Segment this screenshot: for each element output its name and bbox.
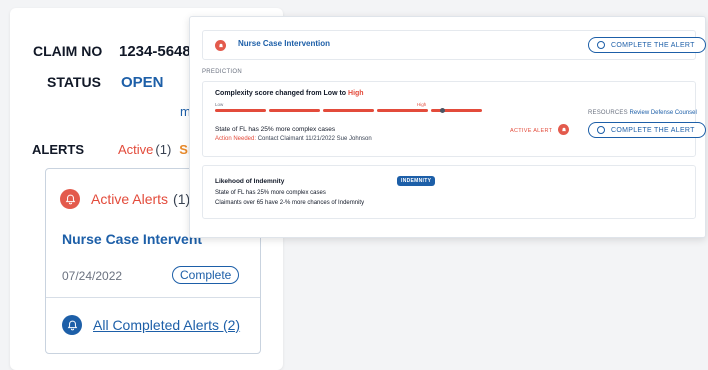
prediction-label: PREDICTION xyxy=(202,69,243,75)
review-defense-counsel-link[interactable]: Review Defense Counsel xyxy=(629,110,696,116)
claim-number-row: CLAIM NO 1234-5648 xyxy=(33,43,191,60)
alert-detail-card: Nurse Case Intervention COMPLETE THE ALE… xyxy=(189,16,706,238)
complete-alert-label: COMPLETE THE ALERT xyxy=(611,41,695,49)
active-alerts-header: Active Alerts (1) xyxy=(60,189,190,209)
alerts-tabs: ALERTS Active (1) Sn xyxy=(32,142,196,157)
check-circle-icon xyxy=(597,126,605,134)
indemnity-line-1: State of FL has 25% more complex cases xyxy=(215,190,326,196)
bell-icon xyxy=(60,189,80,209)
complexity-bar-segment xyxy=(323,109,374,112)
info-icon[interactable] xyxy=(440,108,445,113)
claim-number-value: 1234-5648 xyxy=(119,43,191,60)
complexity-bar-segment xyxy=(377,109,428,112)
alert-header-row: Nurse Case Intervention COMPLETE THE ALE… xyxy=(202,30,706,60)
divider xyxy=(46,297,260,298)
complete-button[interactable]: Complete xyxy=(172,266,240,284)
indemnity-line-2: Claimants over 65 have 2-% more chances … xyxy=(215,200,365,206)
alert-item-date: 07/24/2022 xyxy=(62,269,123,283)
active-alerts-title: Active Alerts xyxy=(91,191,169,207)
active-alert-label: ACTIVE ALERT xyxy=(510,128,553,134)
indemnity-prediction: Likehood of Indemnity INDEMNITY State of… xyxy=(202,165,696,219)
complexity-description: State of FL has 25% more complex cases xyxy=(215,126,336,133)
complexity-prediction: Complexity score changed from Low to Hig… xyxy=(202,81,706,157)
indemnity-title: Likehood of Indemnity xyxy=(215,178,285,185)
claim-number-label: CLAIM NO xyxy=(33,43,103,59)
complexity-title: Complexity score changed from Low to Hig… xyxy=(215,90,364,97)
complexity-high-text: High xyxy=(348,90,364,97)
alert-title[interactable]: Nurse Case Intervention xyxy=(238,39,330,48)
check-circle-icon xyxy=(597,41,605,49)
complete-alert-button[interactable]: COMPLETE THE ALERT xyxy=(588,37,706,53)
completed-alerts-row[interactable]: All Completed Alerts (2) xyxy=(62,315,240,335)
action-needed-value: Contact Claimant 11/21/2022 Sue Johnson xyxy=(257,136,372,142)
tab-active-alerts[interactable]: Active xyxy=(118,142,153,157)
complexity-bar-segment xyxy=(269,109,320,112)
action-needed: Action Needed: Contact Claimant 11/21/20… xyxy=(215,136,372,142)
bar-high-label: High xyxy=(417,102,427,107)
status-value: OPEN xyxy=(121,74,164,91)
alerts-label: ALERTS xyxy=(32,142,84,157)
indemnity-badge: INDEMNITY xyxy=(397,176,436,186)
all-completed-alerts-link[interactable]: All Completed Alerts (2) xyxy=(93,317,240,333)
bell-icon xyxy=(215,40,226,51)
action-needed-label: Action Needed: xyxy=(215,136,257,142)
bell-check-icon xyxy=(62,315,82,335)
complete-alert-label: COMPLETE THE ALERT xyxy=(611,126,695,134)
complexity-bar-segment xyxy=(215,109,266,112)
bar-low-label: Low xyxy=(215,102,224,107)
complexity-title-text: Complexity score changed from Low to xyxy=(215,90,347,97)
resources-label: RESOURCES xyxy=(588,110,628,116)
status-label: STATUS xyxy=(47,74,101,90)
alert-item-title[interactable]: Nurse Case Intervent xyxy=(62,231,202,247)
bell-icon xyxy=(558,124,569,135)
tab-active-count: (1) xyxy=(155,142,172,157)
complete-alert-button[interactable]: COMPLETE THE ALERT xyxy=(588,122,706,138)
resources: RESOURCES Review Defense Counsel xyxy=(588,110,697,116)
status-row: STATUS OPEN xyxy=(47,74,164,91)
complexity-bar-segment xyxy=(431,109,482,112)
active-alerts-count: (1) xyxy=(173,191,191,207)
